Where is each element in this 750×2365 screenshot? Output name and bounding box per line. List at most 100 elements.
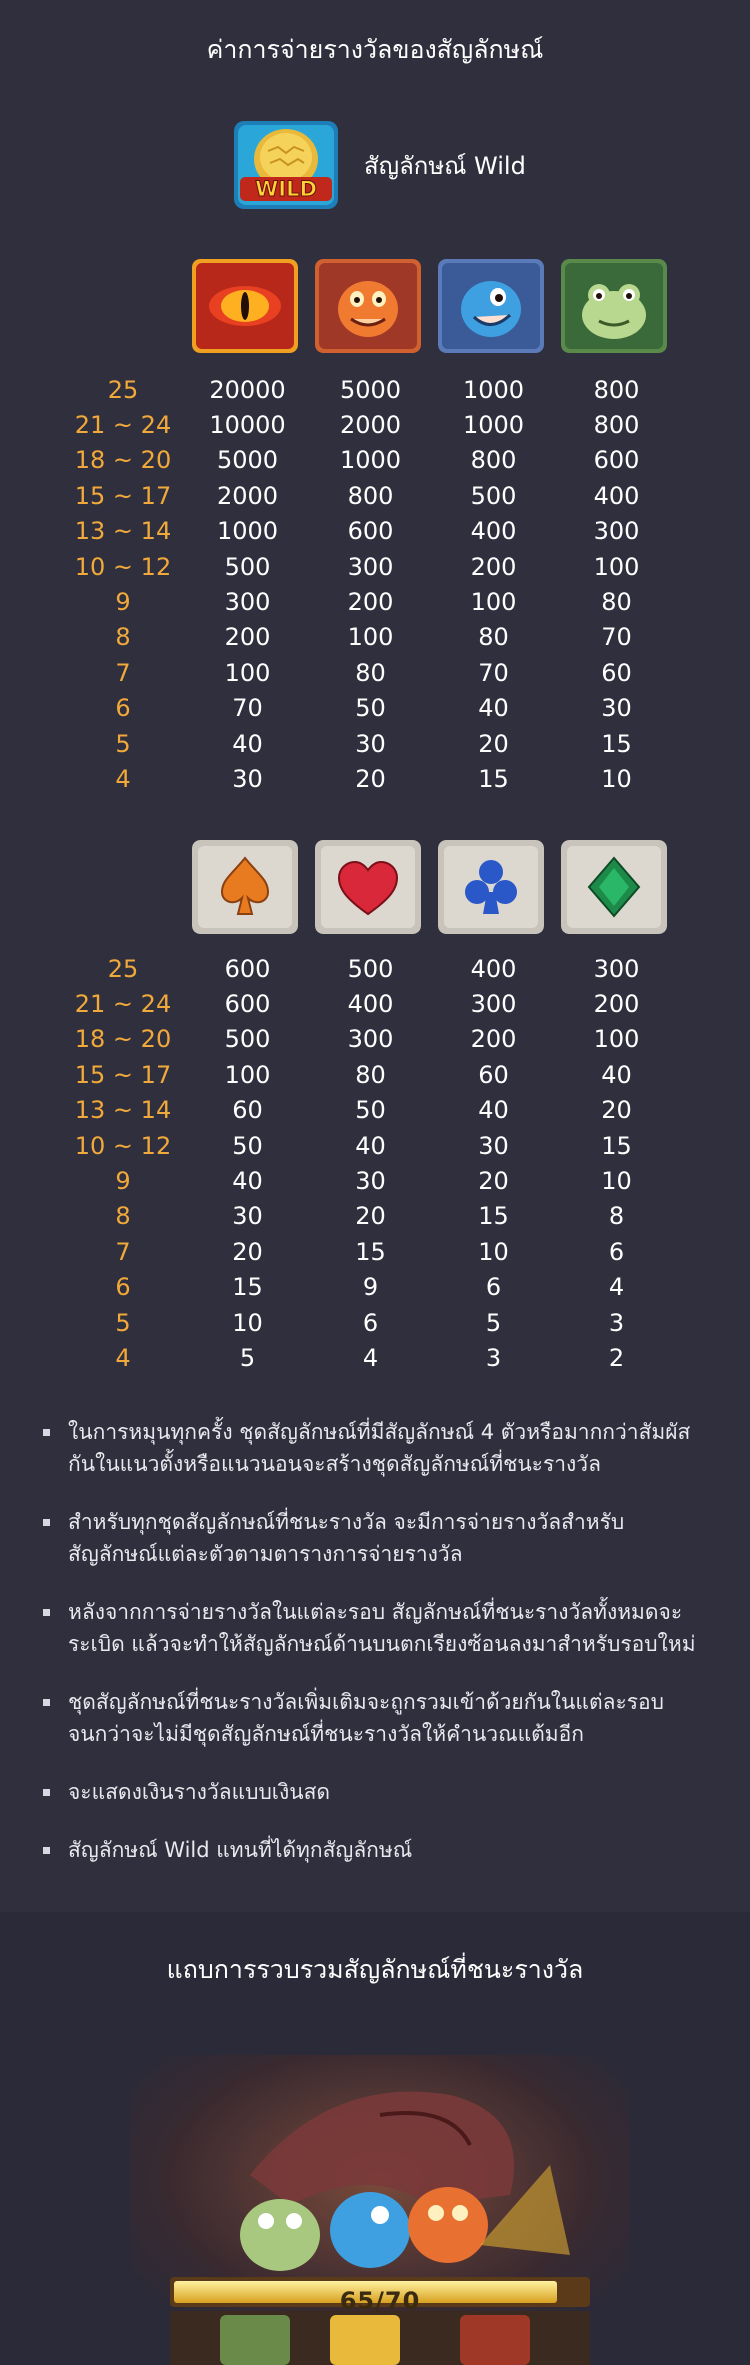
paytable-row: 15 ~ 17 100 80 60 40 [60, 1057, 700, 1092]
payout-value: 40 [601, 1060, 632, 1089]
payout-value: 300 [470, 990, 517, 1019]
payout-value: 600 [224, 990, 271, 1019]
payout-value: 800 [593, 375, 640, 404]
high-symbol-paytable: 25 20000 5000 1000 800 21 ~ 24 10000 2000 1000 80… [60, 372, 700, 797]
payout-value: 8 [608, 1202, 625, 1231]
payout-value: 200 [224, 623, 271, 652]
symbol-count: 4 [115, 764, 131, 793]
payout-value: 5 [485, 1308, 502, 1337]
payout-value: 9 [362, 1273, 379, 1302]
payout-value: 20 [355, 1202, 386, 1231]
wild-egg-icon: WILD [230, 117, 342, 213]
payout-value: 100 [470, 588, 517, 617]
symbol-count: 13 ~ 14 [74, 517, 172, 546]
paytable-row: 21 ~ 24 600 400 300 200 [60, 986, 700, 1021]
payout-value: 1000 [462, 411, 525, 440]
payout-value: 20 [478, 729, 509, 758]
payout-value: 15 [355, 1237, 386, 1266]
payout-value: 1000 [462, 375, 525, 404]
payout-value: 300 [224, 588, 271, 617]
payout-value: 30 [232, 1202, 263, 1231]
payout-value: 10 [232, 1308, 263, 1337]
blue-dragon-icon [438, 259, 544, 353]
payout-value: 3 [485, 1343, 502, 1372]
payout-value: 6 [362, 1308, 379, 1337]
symbol-count: 21 ~ 24 [74, 990, 172, 1019]
payout-value: 300 [347, 1025, 394, 1054]
symbol-count: 5 [115, 729, 131, 758]
payout-value: 50 [355, 1096, 386, 1125]
rule-item: สำหรับทุกชุดสัญลักษณ์ที่ชนะรางวัล จะมีกา… [40, 1506, 710, 1570]
page-title: ค่าการจ่ายรางวัลของสัญลักษณ์ [206, 35, 544, 64]
payout-value: 2 [608, 1343, 625, 1372]
symbol-count: 25 [107, 375, 139, 404]
symbol-count: 7 [115, 658, 131, 687]
payout-value: 500 [224, 552, 271, 581]
payout-value: 60 [601, 658, 632, 687]
payout-value: 800 [593, 411, 640, 440]
symbol-count: 13 ~ 14 [74, 1096, 172, 1125]
payout-value: 600 [224, 954, 271, 983]
wild-row: WILD สัญลักษณ์ Wild [230, 115, 526, 215]
payout-value: 100 [224, 658, 271, 687]
payout-value: 100 [593, 1025, 640, 1054]
symbol-count: 6 [115, 694, 131, 723]
payout-value: 2000 [216, 481, 279, 510]
payout-value: 10 [478, 1237, 509, 1266]
paytable-row: 8 30 20 15 8 [60, 1199, 700, 1234]
paytable-row: 13 ~ 14 60 50 40 20 [60, 1093, 700, 1128]
payout-value: 40 [478, 1096, 509, 1125]
payout-value: 15 [601, 1131, 632, 1160]
paytable-row: 4 5 4 3 2 [60, 1340, 700, 1375]
paytable-row: 18 ~ 20 500 300 200 100 [60, 1022, 700, 1057]
paytable-row: 9 300 200 100 80 [60, 584, 700, 619]
spade-icon [192, 840, 298, 934]
paytable-row: 18 ~ 20 5000 1000 800 600 [60, 443, 700, 478]
symbol-count: 25 [107, 954, 139, 983]
payout-value: 800 [347, 481, 394, 510]
payout-value: 50 [232, 1131, 263, 1160]
payout-value: 300 [593, 954, 640, 983]
payout-value: 70 [232, 694, 263, 723]
payout-value: 20000 [209, 375, 286, 404]
payout-value: 50 [355, 694, 386, 723]
paytable-row: 4 30 20 15 10 [60, 761, 700, 796]
high-symbol-row [192, 259, 684, 353]
symbol-count: 21 ~ 24 [74, 411, 172, 440]
payout-value: 20 [232, 1237, 263, 1266]
payout-value: 40 [232, 729, 263, 758]
heart-icon [315, 840, 421, 934]
payout-value: 40 [355, 1131, 386, 1160]
low-symbol-paytable: 25 600 500 400 300 21 ~ 24 600 400 300 200 18 ~ 20… [60, 951, 700, 1376]
symbol-count: 5 [115, 1308, 131, 1337]
paytable-row: 10 ~ 12 500 300 200 100 [60, 549, 700, 584]
payout-value: 10 [601, 1167, 632, 1196]
payout-value: 40 [478, 694, 509, 723]
payout-value: 300 [593, 517, 640, 546]
symbol-count: 15 ~ 17 [74, 481, 172, 510]
payout-value: 2000 [339, 411, 402, 440]
payout-value: 100 [224, 1060, 271, 1089]
symbol-count: 15 ~ 17 [74, 1060, 172, 1089]
payout-value: 80 [478, 623, 509, 652]
payout-value: 100 [593, 552, 640, 581]
payout-value: 70 [478, 658, 509, 687]
payout-value: 5000 [216, 446, 279, 475]
payout-value: 30 [355, 1167, 386, 1196]
payout-value: 200 [470, 552, 517, 581]
paytable-row: 25 20000 5000 1000 800 [60, 372, 700, 407]
payout-value: 200 [470, 1025, 517, 1054]
payout-value: 500 [347, 954, 394, 983]
payout-value: 5000 [339, 375, 402, 404]
rule-item: ชุดสัญลักษณ์ที่ชนะรางวัลเพิ่มเติมจะถูกรว… [40, 1686, 710, 1750]
paytable-row: 6 15 9 6 4 [60, 1270, 700, 1305]
symbol-count: 9 [115, 1167, 131, 1196]
payout-value: 600 [593, 446, 640, 475]
paytable-row: 7 20 15 10 6 [60, 1234, 700, 1269]
paytable-row: 15 ~ 17 2000 800 500 400 [60, 478, 700, 513]
symbol-count: 7 [115, 1237, 131, 1266]
rule-item: จะแสดงเงินรางวัลแบบเงินสด [40, 1776, 710, 1808]
payout-value: 400 [347, 990, 394, 1019]
payout-value: 30 [478, 1131, 509, 1160]
low-symbol-row [192, 840, 684, 934]
